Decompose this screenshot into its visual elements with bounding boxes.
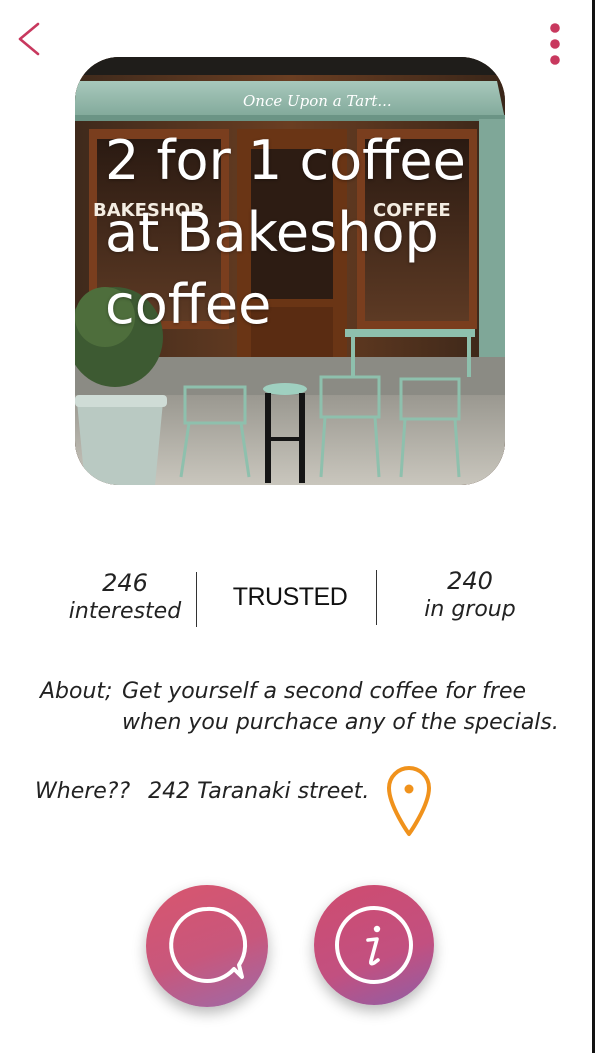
- group-stat[interactable]: 240 in group: [405, 567, 535, 625]
- map-pin-icon: [387, 766, 431, 836]
- info-button[interactable]: [314, 885, 434, 1005]
- event-hero-image: Once Upon a Tart... BAKESHOP COFFEE 2 fo…: [75, 57, 505, 485]
- back-button[interactable]: [12, 18, 48, 62]
- trusted-badge: TRUSTED: [232, 583, 348, 611]
- where-section: Where?? 242 Taranaki street.: [35, 777, 369, 807]
- interested-count: 246: [102, 569, 148, 597]
- chat-button[interactable]: [146, 885, 268, 1007]
- stats-divider: [376, 570, 377, 625]
- chevron-left-icon: [18, 22, 40, 56]
- stats-divider: [196, 572, 197, 627]
- address-text: 242 Taranaki street.: [148, 779, 370, 804]
- where-label: Where??: [35, 779, 131, 804]
- about-text: Get yourself a second coffee for free wh…: [122, 679, 559, 735]
- more-menu-button[interactable]: [540, 18, 570, 68]
- group-label: in group: [424, 597, 516, 622]
- stats-row: 246 interested TRUSTED 240 in group: [40, 565, 555, 635]
- interested-stat[interactable]: 246 interested: [60, 569, 190, 627]
- interested-label: interested: [68, 599, 182, 624]
- group-count: 240: [447, 567, 493, 595]
- map-pin-button[interactable]: [385, 764, 433, 838]
- about-label: About;: [40, 679, 113, 704]
- more-vertical-icon: [550, 23, 560, 65]
- info-icon: [335, 906, 413, 984]
- chat-bubble-icon: [169, 906, 248, 983]
- event-title: 2 for 1 coffee at Bakeshop coffee: [105, 129, 466, 336]
- awning-sign-text: Once Upon a Tart...: [243, 92, 392, 110]
